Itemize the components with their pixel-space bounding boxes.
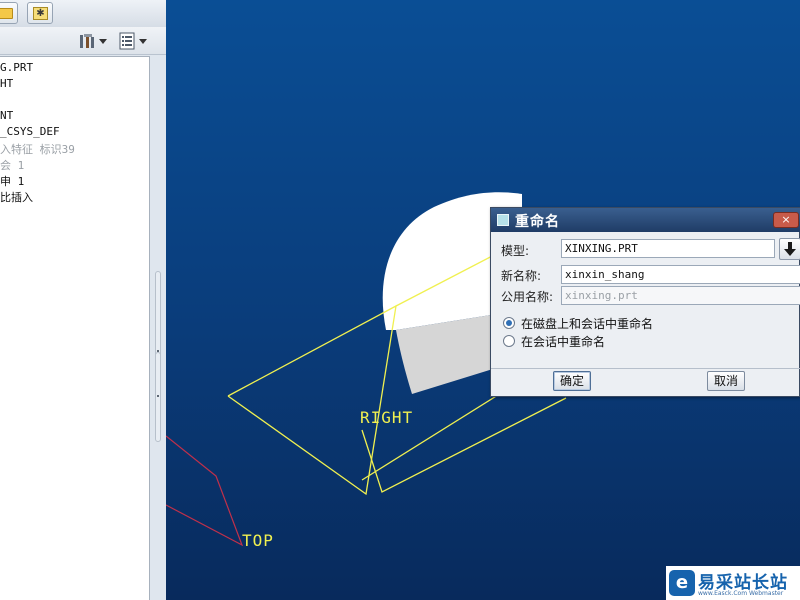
common-name-input[interactable]: xinxing.prt — [561, 286, 800, 305]
tree-item-extrude[interactable]: 申 1 — [0, 173, 24, 189]
chevron-down-icon — [139, 39, 147, 44]
tree-item-sketch[interactable]: 会 1 — [0, 157, 24, 173]
model-select-button[interactable] — [779, 238, 800, 260]
dialog-title: 重命名 — [515, 214, 560, 230]
tree-item-front-plane[interactable]: NT — [0, 109, 13, 125]
radio-unchecked[interactable] — [503, 335, 515, 347]
model-tree-toolbar — [0, 27, 166, 55]
tools-icon — [80, 34, 94, 48]
rename-on-disk-label: 在磁盘上和会话中重命名 — [521, 317, 654, 331]
tree-item-right-plane[interactable]: HT — [0, 77, 13, 93]
show-dropdown-button[interactable] — [116, 31, 150, 51]
top-datum-label: TOP — [242, 531, 274, 550]
arrow-down-icon — [784, 242, 796, 256]
top-datum-plane[interactable] — [166, 435, 244, 547]
folder-icon — [0, 8, 13, 19]
splitter-grip-bottom[interactable] — [155, 352, 161, 442]
dialog-separator — [491, 368, 800, 369]
site-watermark: e 易采站长站 www.Easck.Com Webmaster — [666, 566, 800, 600]
close-button[interactable]: × — [773, 212, 799, 228]
rename-in-session-label: 在会话中重命名 — [521, 335, 606, 349]
rename-dialog: 重命名 × 模型: XINXING.PRT 新名称: xinxin_shang … — [490, 207, 800, 397]
tree-item-insert-feature[interactable]: 入特征 标识39 — [0, 141, 75, 157]
model-tree-panel: ✱ G.PRT HT NT _CSYS_DEF 入特征 标识39 会 1 申 1… — [0, 0, 166, 600]
grip-dot — [157, 395, 159, 397]
right-datum-plane[interactable] — [227, 304, 397, 496]
folder-tab[interactable] — [0, 2, 18, 24]
new-name-label: 新名称: — [501, 269, 542, 283]
panel-splitter[interactable] — [150, 56, 166, 600]
tree-item-insert-here[interactable]: 比插入 — [0, 189, 33, 205]
new-name-input[interactable]: xinxin_shang — [561, 265, 800, 284]
tree-item-part[interactable]: G.PRT — [0, 61, 33, 77]
common-name-label: 公用名称: — [501, 290, 554, 304]
navigator-tab-bar: ✱ — [0, 0, 166, 27]
favorites-folder-icon: ✱ — [33, 7, 48, 20]
dialog-titlebar[interactable]: 重命名 × — [491, 208, 800, 232]
radio-checked[interactable] — [503, 317, 515, 329]
model-tree: G.PRT HT NT _CSYS_DEF 入特征 标识39 会 1 申 1 比… — [0, 56, 150, 600]
right-datum-label: RIGHT — [360, 408, 414, 427]
settings-dropdown-button[interactable] — [76, 31, 110, 51]
model-label: 模型: — [501, 244, 530, 258]
dialog-icon — [497, 214, 509, 226]
chevron-down-icon — [99, 39, 107, 44]
tree-item-csys[interactable]: _CSYS_DEF — [0, 125, 60, 141]
model-field[interactable]: XINXING.PRT — [561, 239, 775, 258]
watermark-subtext: www.Easck.Com Webmaster — [698, 590, 784, 597]
cancel-button[interactable]: 取消 — [707, 371, 745, 391]
ok-button[interactable]: 确定 — [553, 371, 591, 391]
favorites-tab[interactable]: ✱ — [27, 2, 53, 24]
watermark-logo-icon: e — [669, 570, 695, 596]
list-icon — [119, 32, 135, 50]
